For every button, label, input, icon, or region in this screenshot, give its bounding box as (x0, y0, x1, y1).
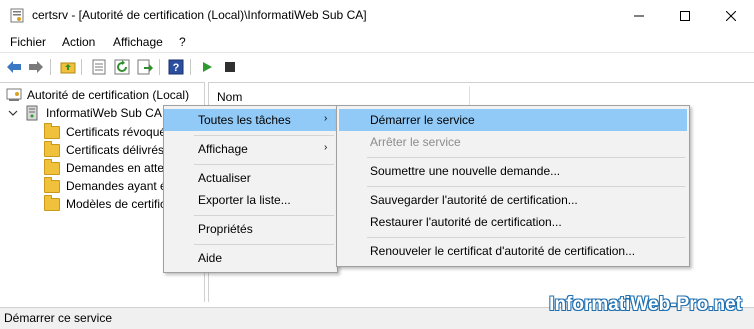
server-icon (26, 105, 38, 121)
toolbar-separator (81, 59, 82, 75)
close-button[interactable] (708, 0, 754, 31)
menu-item-label: Arrêter le service (370, 135, 461, 149)
properties-button[interactable] (90, 58, 108, 76)
maximize-icon (680, 10, 690, 21)
window-title: certsrv - [Autorité de certification (Lo… (32, 8, 367, 22)
submenu-item-renew-ca-cert[interactable]: Renouveler le certificat d'autorité de c… (339, 240, 687, 262)
menu-item-label: Actualiser (198, 171, 251, 185)
folder-icon (44, 158, 60, 175)
up-folder-button[interactable] (59, 58, 77, 76)
menu-item-properties[interactable]: Propriétés (164, 218, 337, 240)
chevron-down-icon[interactable] (8, 108, 18, 118)
menu-bar: Fichier Action Affichage ? (0, 31, 754, 52)
certificate-authority-icon (6, 88, 22, 101)
menu-item-label: Renouveler le certificat d'autorité de c… (370, 244, 636, 258)
folder-icon (44, 140, 60, 157)
menu-separator (367, 186, 685, 187)
chevron-right-icon: › (324, 142, 328, 153)
start-service-button[interactable] (198, 58, 216, 76)
column-header-label: Nom (217, 90, 243, 104)
menu-item-refresh[interactable]: Actualiser (164, 167, 337, 189)
tree-root-label: Autorité de certification (Local) (27, 88, 190, 102)
export-list-icon (137, 59, 153, 75)
forward-button[interactable] (27, 58, 45, 76)
back-button[interactable] (5, 58, 23, 76)
title-bar: certsrv - [Autorité de certification (Lo… (0, 0, 754, 31)
menu-item-export-list[interactable]: Exporter la liste... (164, 189, 337, 211)
menu-item-view[interactable]: Affichage › (164, 138, 337, 160)
menu-item-label: Aide (198, 251, 223, 265)
tree-item-label: Certificats révoqués (66, 125, 173, 139)
minimize-button[interactable] (616, 0, 662, 31)
folder-icon (44, 123, 60, 139)
help-icon: ? (168, 59, 184, 75)
watermark: InformatiWeb-Pro.net (549, 294, 742, 315)
folder-icon (44, 194, 60, 211)
submenu-item-start-service[interactable]: Démarrer le service (339, 109, 687, 131)
context-menu: Toutes les tâches › Affichage › Actualis… (163, 105, 338, 273)
forward-arrow-icon (29, 61, 43, 73)
toolbar: ? (0, 52, 754, 82)
menu-separator (194, 135, 334, 136)
menu-item-label: Restaurer l'autorité de certification... (370, 215, 562, 229)
up-folder-icon (60, 62, 76, 74)
export-list-button[interactable] (136, 58, 154, 76)
maximize-button[interactable] (662, 0, 708, 31)
folder-icon (44, 176, 60, 193)
menu-item-help[interactable]: Aide (164, 247, 337, 269)
submenu-item-backup-ca[interactable]: Sauvegarder l'autorité de certification.… (339, 189, 687, 211)
menu-action[interactable]: Action (62, 35, 95, 49)
toolbar-separator (159, 59, 160, 75)
submenu-item-stop-service: Arrêter le service (339, 131, 687, 153)
submenu-item-restore-ca[interactable]: Restaurer l'autorité de certification... (339, 211, 687, 233)
play-icon (203, 62, 212, 72)
toolbar-separator (190, 59, 191, 75)
menu-separator (194, 215, 334, 216)
help-button[interactable]: ? (167, 58, 185, 76)
menu-item-label: Démarrer le service (370, 113, 475, 127)
menu-fichier[interactable]: Fichier (10, 35, 46, 49)
chevron-right-icon: › (324, 113, 328, 124)
status-text: Démarrer ce service (4, 311, 113, 325)
menu-help[interactable]: ? (179, 35, 186, 49)
menu-item-all-tasks[interactable]: Toutes les tâches › (164, 109, 337, 131)
menu-separator (367, 157, 685, 158)
stop-icon (225, 62, 235, 72)
submenu-item-submit-request[interactable]: Soumettre une nouvelle demande... (339, 160, 687, 182)
certsrv-app-icon (10, 8, 24, 23)
menu-item-label: Sauvegarder l'autorité de certification.… (370, 193, 578, 207)
properties-icon (92, 59, 106, 75)
menu-affichage[interactable]: Affichage (113, 35, 163, 49)
menu-item-label: Affichage (198, 142, 248, 156)
refresh-button[interactable] (113, 58, 131, 76)
back-arrow-icon (7, 61, 21, 73)
svg-text:?: ? (173, 62, 180, 74)
menu-separator (194, 164, 334, 165)
menu-separator (194, 244, 334, 245)
menu-item-label: Soumettre une nouvelle demande... (370, 164, 561, 178)
tree-item-ca[interactable]: InformatiWeb Sub CA (8, 104, 162, 122)
minimize-icon (634, 15, 644, 16)
toolbar-separator (50, 59, 51, 75)
menu-separator (367, 237, 685, 238)
menu-item-label: Propriétés (198, 222, 253, 236)
stop-service-button[interactable] (221, 58, 239, 76)
all-tasks-submenu: Démarrer le service Arrêter le service S… (336, 105, 690, 267)
tree-root[interactable]: Autorité de certification (Local) (6, 86, 189, 104)
tree-item-ca-label: InformatiWeb Sub CA (46, 106, 162, 120)
menu-item-label: Exporter la liste... (198, 193, 291, 207)
tree-item-label: Certificats délivrés (66, 143, 165, 157)
menu-item-label: Toutes les tâches (198, 113, 291, 127)
close-icon (726, 10, 736, 21)
refresh-icon (114, 59, 130, 75)
